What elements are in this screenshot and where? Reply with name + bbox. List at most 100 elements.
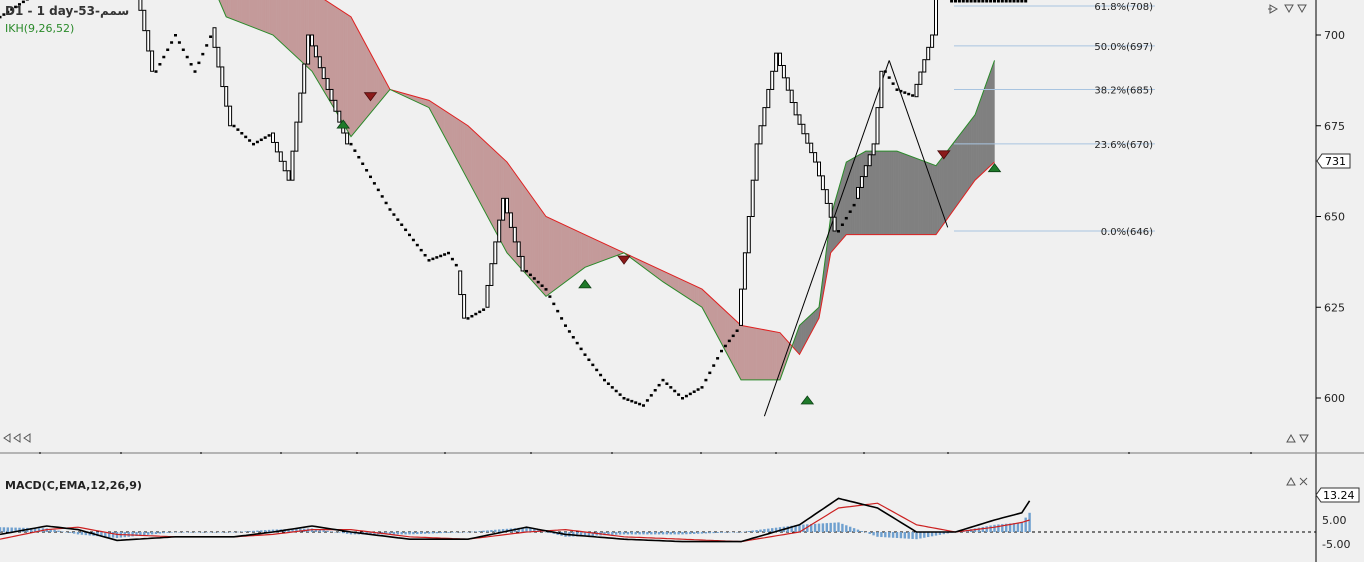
macd-tick-label: 5.00 [1322, 514, 1347, 527]
price-bar [918, 71, 923, 85]
price-bar [520, 255, 525, 272]
price-bar [516, 241, 521, 257]
indicator-label[interactable]: IKH(9,26,52) [5, 22, 74, 35]
histogram-bar [907, 532, 910, 539]
price-bar [735, 329, 739, 332]
cloud-segment [346, 13, 350, 135]
macd-panel[interactable]: MACD(C,EMA,12,26,9) 13.24 5.00 -5.00 [0, 454, 1364, 562]
cloud-segment [467, 125, 471, 184]
cloud-segment [261, 0, 264, 32]
histogram-bar [813, 523, 817, 532]
cloud-segment [711, 297, 714, 330]
histogram-bar [65, 532, 68, 533]
cloud-segment [573, 228, 576, 277]
fib-level-label: 38.2%(685) [1094, 85, 1153, 96]
price-bar [329, 88, 334, 101]
histogram-bar [400, 532, 403, 535]
cloud-segment [715, 301, 718, 337]
cloud-segment [871, 150, 874, 235]
cloud-segment [949, 144, 952, 217]
cloud-segment [569, 227, 572, 280]
price-bar [392, 213, 396, 216]
cloud-segment [865, 150, 868, 235]
cloud-segment [676, 276, 679, 293]
price-bar [302, 63, 307, 94]
cloud-segment [978, 98, 982, 178]
histogram-bar [650, 532, 653, 535]
histogram-bar [860, 531, 864, 532]
cloud-segment [929, 163, 933, 235]
cloud-segment [853, 156, 857, 235]
cloud-segment [575, 229, 578, 275]
histogram-bar [747, 531, 750, 532]
cloud-segment [889, 150, 892, 235]
cloud-segment [922, 160, 925, 235]
last-price-label: 731 [1325, 155, 1346, 168]
cloud-segment [890, 150, 894, 235]
cloud-segment [779, 332, 783, 380]
cloud-segment [454, 116, 457, 159]
cloud-segment [374, 60, 377, 109]
cloud-segment [372, 56, 375, 112]
cloud-segment [879, 150, 882, 235]
cloud-segment [992, 60, 995, 165]
price-bar [212, 27, 217, 48]
price-panel[interactable]: 575600625650675700725750775800 161.8%(80… [0, 0, 1364, 454]
cloud-segment [801, 321, 804, 351]
cloud-segment [512, 169, 515, 263]
cloud-segment [364, 42, 367, 121]
cloud-segment [335, 6, 338, 115]
chart-title: D1 - 1 day-سمم-53 [5, 4, 129, 18]
cloud-segment [592, 237, 595, 265]
price-bar [462, 294, 467, 319]
histogram-bar [470, 531, 474, 533]
cloud-segment [290, 0, 293, 54]
histogram-bar [615, 532, 618, 535]
price-bar [294, 121, 299, 152]
cloud-segment [717, 303, 720, 341]
cloud-segment [530, 194, 533, 282]
histogram-bar [618, 532, 622, 535]
histogram-bar [447, 532, 450, 533]
histogram-bar [919, 532, 922, 539]
price-bar [832, 216, 837, 232]
price-bar [263, 136, 267, 139]
cloud-segment [578, 231, 582, 273]
fib-level-label: 0.0%(646) [1101, 227, 1153, 238]
histogram-bar [209, 532, 212, 533]
histogram-bar [743, 531, 747, 533]
price-bar [209, 35, 213, 38]
cloud-segment [604, 243, 607, 261]
cloud-segment [243, 0, 246, 25]
price-bar [820, 175, 825, 191]
histogram-bar [330, 531, 333, 532]
histogram-bar [673, 532, 676, 535]
cloud-segment [748, 326, 751, 381]
price-bar [587, 358, 591, 362]
price-bar [505, 197, 509, 214]
price-bar [700, 386, 704, 389]
price-tick-label: 600 [1324, 392, 1345, 405]
cloud-segment [538, 204, 541, 291]
price-bar [856, 186, 860, 199]
cloud-segment [733, 317, 736, 370]
cloud-segment [532, 196, 535, 284]
histogram-bar [154, 532, 158, 534]
cloud-segment [758, 328, 761, 381]
cloud-segment [249, 0, 252, 27]
price-bar [485, 284, 490, 308]
macd-title[interactable]: MACD(C,EMA,12,26,9) [5, 479, 142, 492]
price-tick-label: 675 [1324, 120, 1345, 133]
price-bar [419, 248, 423, 252]
cloud-segment [750, 326, 753, 381]
price-bar [681, 397, 684, 400]
price-bar [954, 0, 957, 3]
price-bar [887, 76, 891, 79]
cloud-segment [337, 7, 340, 118]
price-bar [361, 162, 365, 166]
price-bar [727, 339, 731, 343]
price-bar [996, 0, 1000, 3]
price-bar [333, 99, 338, 112]
cloud-segment [972, 114, 976, 184]
price-bar [708, 371, 712, 375]
